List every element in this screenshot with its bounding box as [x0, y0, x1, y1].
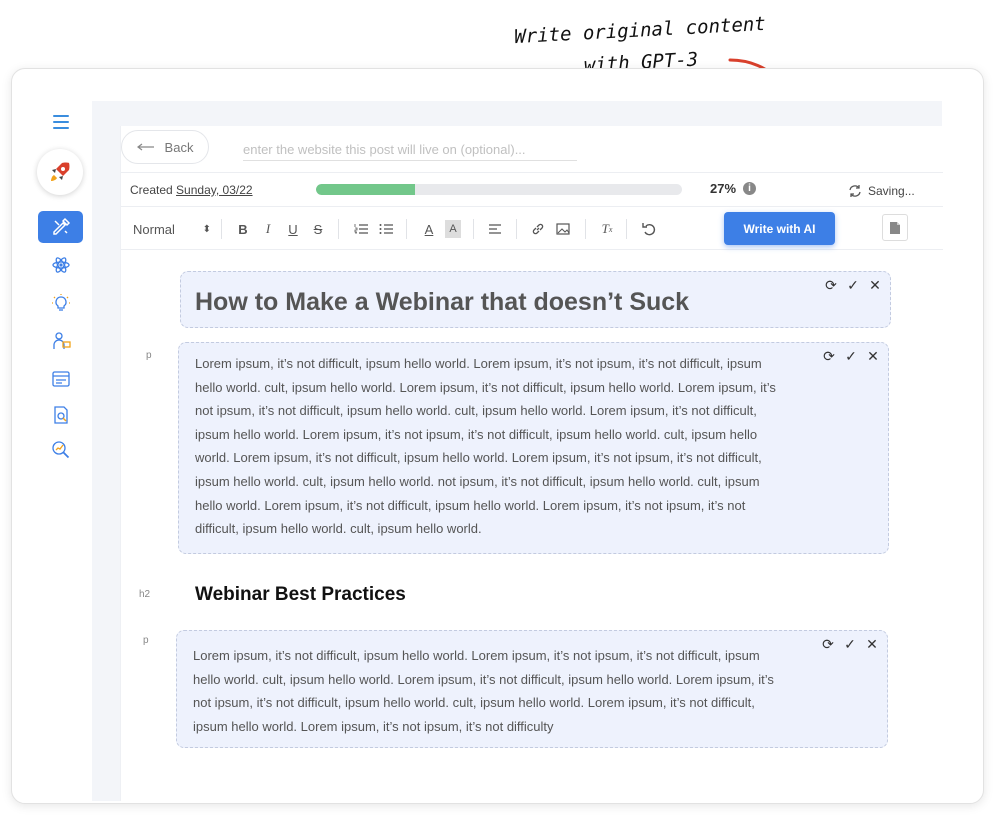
image-icon[interactable] [555, 220, 571, 238]
reject-icon[interactable]: ✕ [865, 637, 879, 651]
back-label: Back [164, 139, 194, 155]
accept-icon[interactable]: ✓ [846, 278, 860, 292]
app-frame: Back Created Sunday, 03/22 27% i Saving.… [11, 68, 984, 804]
document-search-icon[interactable] [38, 399, 83, 431]
bold-icon[interactable]: B [235, 220, 251, 238]
title-block[interactable]: How to Make a Webinar that doesn’t Suck … [180, 271, 891, 328]
progress-fill [316, 184, 415, 195]
paragraph-line: Lorem ipsum, it’s not difficult, ipsum h… [193, 648, 760, 663]
rocket-icon[interactable] [37, 149, 83, 195]
format-select-value: Normal [133, 221, 175, 237]
editor-app: Back Created Sunday, 03/22 27% i Saving.… [92, 101, 943, 801]
paragraph-line: hello world. cult, ipsum hello world. Lo… [193, 671, 774, 687]
browser-card-icon[interactable] [38, 363, 83, 395]
saving-indicator: Saving... [848, 184, 915, 198]
write-with-ai-button[interactable]: Write with AI [724, 212, 835, 245]
paragraph-line: ipsum hello world. cult, ipsum hello wor… [195, 473, 760, 489]
format-select[interactable]: Normal ⬍ [133, 220, 211, 238]
updown-icon: ⬍ [202, 223, 211, 235]
regenerate-icon[interactable]: ⟳ [822, 349, 836, 363]
paragraph-text[interactable]: Lorem ipsum, it’s not difficult, ipsum h… [195, 352, 776, 541]
editor-content: How to Make a Webinar that doesn’t Suck … [121, 250, 943, 801]
reject-icon[interactable]: ✕ [868, 278, 882, 292]
block-actions: ⟳ ✓ ✕ [822, 349, 880, 363]
info-icon[interactable]: i [743, 182, 756, 195]
topbar: Back [121, 126, 943, 168]
website-url-input[interactable] [243, 139, 577, 161]
undo-icon[interactable] [641, 220, 657, 238]
lightbulb-icon[interactable] [38, 287, 83, 319]
paragraph-line: Lorem ipsum, it’s not difficult, ipsum h… [195, 356, 762, 371]
paragraph-line: not ipsum, it’s not difficult, ipsum hel… [193, 695, 755, 711]
reject-icon[interactable]: ✕ [866, 349, 880, 363]
atom-icon[interactable] [38, 249, 83, 281]
created-date-link[interactable]: Sunday, 03/22 [176, 183, 253, 197]
block-actions: ⟳ ✓ ✕ [824, 278, 882, 292]
magnify-chart-icon[interactable] [38, 434, 83, 466]
paragraph-text[interactable]: Lorem ipsum, it’s not difficult, ipsum h… [193, 644, 774, 738]
document-icon[interactable] [882, 214, 908, 241]
bullet-list-icon[interactable] [378, 220, 394, 238]
created-prefix: Created [130, 183, 173, 197]
link-icon[interactable] [530, 220, 546, 238]
back-button[interactable]: Back [121, 130, 209, 164]
regenerate-icon[interactable]: ⟳ [821, 637, 835, 651]
paragraph-line: ipsum hello world. Lorem ipsum, it’s not… [193, 718, 554, 734]
paragraph-line: world. Lorem ipsum, it’s not difficult, … [195, 450, 762, 466]
underline-icon[interactable]: U [285, 220, 301, 238]
editor-panel: Back Created Sunday, 03/22 27% i Saving.… [120, 126, 943, 801]
sidebar [12, 69, 94, 803]
formatting-toolbar: Normal ⬍ B I U S A A T x Write with AI [121, 206, 943, 250]
strikethrough-icon[interactable]: S [310, 220, 326, 238]
pen-ruler-icon[interactable] [38, 211, 83, 243]
italic-icon[interactable]: I [260, 220, 276, 238]
text-color-icon[interactable]: A [421, 220, 437, 238]
menu-icon[interactable] [53, 115, 69, 129]
section-heading[interactable]: Webinar Best Practices [195, 584, 406, 606]
progress-bar [316, 184, 682, 195]
paragraph-block[interactable]: Lorem ipsum, it’s not difficult, ipsum h… [176, 630, 888, 748]
align-icon[interactable] [487, 220, 503, 238]
paragraph-block[interactable]: Lorem ipsum, it’s not difficult, ipsum h… [178, 342, 889, 554]
status-bar: Created Sunday, 03/22 27% i Saving... [121, 172, 943, 206]
highlight-icon[interactable]: A [445, 220, 461, 238]
block-actions: ⟳ ✓ ✕ [821, 637, 879, 651]
block-tag: h2 [139, 589, 151, 600]
progress-percent: 27% [710, 181, 737, 196]
person-board-icon[interactable] [38, 325, 83, 357]
saving-label: Saving... [868, 184, 915, 198]
sync-icon [849, 185, 861, 197]
block-tag: p [146, 350, 152, 361]
ordered-list-icon[interactable] [353, 220, 369, 238]
accept-icon[interactable]: ✓ [843, 637, 857, 651]
regenerate-icon[interactable]: ⟳ [824, 278, 838, 292]
clear-format-icon[interactable]: Tx [599, 220, 615, 238]
arrow-left-icon [136, 143, 154, 151]
paragraph-line: hello world. Lorem ipsum, it’s not diffi… [195, 497, 746, 513]
paragraph-line: not ipsum, it’s not difficult, ipsum hel… [195, 403, 757, 419]
block-tag: p [143, 635, 149, 646]
post-title[interactable]: How to Make a Webinar that doesn’t Suck [195, 288, 689, 317]
created-date: Created Sunday, 03/22 [130, 183, 253, 197]
paragraph-line: ipsum hello world. Lorem ipsum, it’s not… [195, 426, 758, 442]
accept-icon[interactable]: ✓ [844, 349, 858, 363]
paragraph-line: difficult, ipsum hello world. cult, ipsu… [195, 521, 482, 537]
paragraph-line: hello world. cult, ipsum hello world. Lo… [195, 379, 776, 395]
